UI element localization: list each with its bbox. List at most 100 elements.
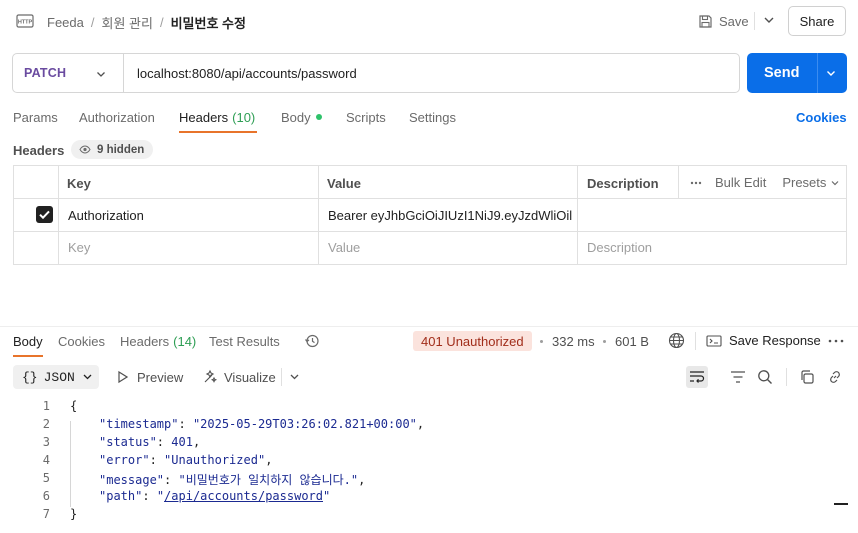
code-line-close-brace: } xyxy=(70,507,78,521)
line-number: 6 xyxy=(42,489,50,503)
breadcrumb: Feeda / 회원 관리 / 비밀번호 수정 xyxy=(47,13,253,32)
json-colon: : xyxy=(178,417,193,431)
column-header-description: Description xyxy=(587,176,659,191)
tab-headers-label: Headers xyxy=(179,110,229,125)
chevron-down-icon[interactable] xyxy=(825,67,837,79)
preview-button[interactable]: Preview xyxy=(137,370,183,385)
search-icon[interactable] xyxy=(757,369,773,385)
chevron-down-icon[interactable] xyxy=(82,371,93,382)
column-header-value: Value xyxy=(327,176,361,191)
json-value: "Unauthorized" xyxy=(164,453,266,467)
tab-params[interactable]: Params xyxy=(13,110,58,125)
tab-scripts[interactable]: Scripts xyxy=(346,110,386,125)
tab-headers[interactable]: Headers (10) xyxy=(179,110,255,125)
response-tab-body[interactable]: Body xyxy=(13,334,43,349)
divider xyxy=(754,12,755,30)
header-key-cell[interactable]: Authorization xyxy=(68,208,144,223)
history-icon[interactable] xyxy=(304,333,320,349)
divider xyxy=(281,368,282,386)
response-tab-headers-label: Headers xyxy=(120,334,170,349)
new-header-key-input[interactable]: Key xyxy=(68,240,90,255)
copy-icon[interactable] xyxy=(799,369,815,385)
response-tab-headers-count: (14) xyxy=(173,334,197,349)
hidden-headers-toggle[interactable]: 9 hidden xyxy=(71,140,154,159)
line-number: 1 xyxy=(42,399,50,413)
tab-body[interactable]: Body xyxy=(281,110,311,125)
json-key: "message" xyxy=(99,473,165,487)
link-icon[interactable] xyxy=(827,369,843,385)
url-input[interactable]: localhost:8080/api/accounts/password xyxy=(137,66,357,81)
save-icon xyxy=(698,14,713,29)
json-key: "timestamp" xyxy=(99,417,179,431)
breadcrumb-workspace[interactable]: Feeda xyxy=(47,15,84,30)
chevron-down-icon[interactable] xyxy=(95,68,107,80)
body-status-dot xyxy=(316,114,322,120)
chevron-down-icon[interactable] xyxy=(830,178,840,188)
chevron-down-icon[interactable] xyxy=(762,13,776,27)
separator-dot xyxy=(540,340,543,343)
headers-section-title: Headers xyxy=(13,143,65,158)
presets-button[interactable]: Presets xyxy=(782,175,826,190)
breadcrumb-request-name[interactable]: 비밀번호 수정 xyxy=(171,13,246,32)
divider xyxy=(695,332,696,350)
visualize-button[interactable]: Visualize xyxy=(224,370,276,385)
more-icon[interactable] xyxy=(690,181,702,185)
save-button[interactable]: Save xyxy=(698,11,749,31)
globe-icon[interactable] xyxy=(668,332,685,349)
json-value: "비밀번호가 일치하지 않습니다." xyxy=(178,473,359,487)
tab-authorization[interactable]: Authorization xyxy=(79,110,155,125)
tab-settings[interactable]: Settings xyxy=(409,110,456,125)
http-icon: HTTP xyxy=(16,12,34,30)
json-path-link[interactable]: /api/accounts/password xyxy=(164,489,323,503)
active-tab-indicator xyxy=(179,131,257,133)
line-number: 3 xyxy=(42,435,50,449)
json-comma: , xyxy=(358,473,366,487)
more-icon[interactable] xyxy=(828,339,844,343)
send-label: Send xyxy=(764,65,800,81)
json-value: "2025-05-29T03:26:02.821+00:00" xyxy=(192,417,417,431)
response-tab-cookies[interactable]: Cookies xyxy=(58,334,105,349)
table-divider xyxy=(678,165,679,198)
save-response-label: Save Response xyxy=(729,333,821,348)
header-enabled-checkbox[interactable] xyxy=(36,206,53,223)
breadcrumb-folder[interactable]: 회원 관리 xyxy=(102,13,153,32)
scrollbar-thumb[interactable] xyxy=(834,503,848,505)
json-comma: , xyxy=(265,453,273,467)
header-value-cell[interactable]: Bearer eyJhbGciOiJIUzI1NiJ9.eyJzdWliOil.… xyxy=(328,208,573,223)
indent-guide xyxy=(70,421,71,507)
breadcrumb-separator: / xyxy=(159,15,164,30)
svg-text:HTTP: HTTP xyxy=(18,20,33,26)
table-divider xyxy=(577,165,578,265)
table-tools: Bulk Edit Presets xyxy=(690,175,840,190)
json-comma: , xyxy=(416,417,425,431)
divider xyxy=(123,54,124,92)
filter-icon[interactable] xyxy=(730,370,746,384)
share-button[interactable]: Share xyxy=(788,6,846,36)
json-key: "path" xyxy=(99,489,143,503)
method-select[interactable]: PATCH xyxy=(24,66,66,80)
separator-dot xyxy=(603,340,606,343)
table-divider xyxy=(13,198,847,199)
code-line-message: "message": "비밀번호가 일치하지 않습니다.", xyxy=(99,471,365,488)
save-response-button[interactable]: Save Response xyxy=(706,333,821,348)
response-time[interactable]: 332 ms xyxy=(552,334,595,349)
column-header-key: Key xyxy=(67,176,91,191)
play-icon xyxy=(117,370,129,384)
line-number: 5 xyxy=(42,471,50,485)
divider xyxy=(786,368,787,386)
wrap-lines-icon xyxy=(689,370,705,384)
cookies-link[interactable]: Cookies xyxy=(796,110,847,125)
json-colon: : xyxy=(156,435,172,449)
bulk-edit-button[interactable]: Bulk Edit xyxy=(715,175,766,190)
response-size[interactable]: 601 B xyxy=(615,334,649,349)
json-key: "status" xyxy=(99,435,157,449)
divider xyxy=(817,53,818,93)
response-tab-test-results[interactable]: Test Results xyxy=(209,334,280,349)
format-label: JSON xyxy=(43,370,75,385)
response-tab-headers[interactable]: Headers (14) xyxy=(120,334,196,349)
table-divider xyxy=(58,165,59,265)
new-header-description-input[interactable]: Description xyxy=(587,240,652,255)
status-badge[interactable]: 401 Unauthorized xyxy=(413,331,532,351)
chevron-down-icon[interactable] xyxy=(289,371,300,382)
new-header-value-input[interactable]: Value xyxy=(328,240,360,255)
